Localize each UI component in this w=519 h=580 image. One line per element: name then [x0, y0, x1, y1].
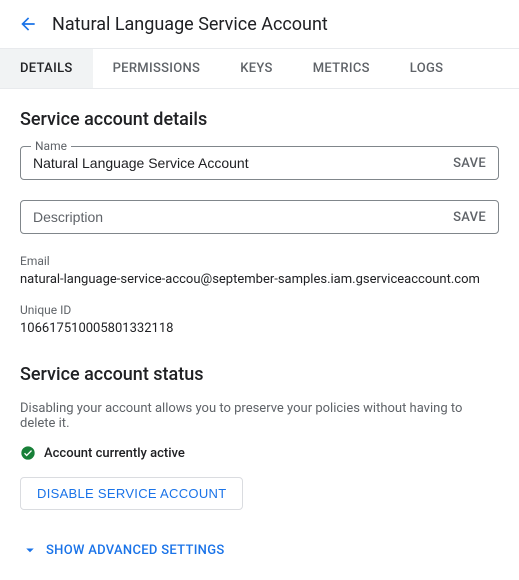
- advanced-settings-label: SHOW ADVANCED SETTINGS: [46, 543, 225, 558]
- email-field: Email natural-language-service-accou@sep…: [20, 254, 499, 287]
- name-field-group: Name SAVE: [20, 146, 499, 180]
- status-active-text: Account currently active: [44, 446, 185, 461]
- name-save-button[interactable]: SAVE: [453, 156, 486, 171]
- name-label: Name: [31, 139, 71, 153]
- disable-service-account-button[interactable]: DISABLE SERVICE ACCOUNT: [20, 477, 243, 510]
- status-row: Account currently active: [20, 445, 499, 461]
- details-section-title: Service account details: [20, 109, 499, 130]
- status-section-title: Service account status: [20, 364, 499, 385]
- tab-bar: DETAILS PERMISSIONS KEYS METRICS LOGS: [0, 49, 519, 89]
- description-input[interactable]: [33, 209, 453, 225]
- tab-permissions[interactable]: PERMISSIONS: [93, 49, 221, 88]
- status-description: Disabling your account allows you to pre…: [20, 401, 499, 431]
- email-value: natural-language-service-accou@september…: [20, 272, 499, 287]
- check-circle-icon: [20, 445, 36, 461]
- page-header: Natural Language Service Account: [0, 0, 519, 49]
- uniqueid-label: Unique ID: [20, 303, 499, 317]
- description-save-button[interactable]: SAVE: [453, 210, 486, 225]
- status-section: Service account status Disabling your ac…: [20, 364, 499, 510]
- show-advanced-settings[interactable]: SHOW ADVANCED SETTINGS: [20, 540, 499, 560]
- uniqueid-value: 106617510005801332118: [20, 321, 499, 336]
- tab-keys[interactable]: KEYS: [220, 49, 292, 88]
- description-field-group: SAVE: [20, 200, 499, 234]
- tab-metrics[interactable]: METRICS: [293, 49, 390, 88]
- tab-details[interactable]: DETAILS: [0, 49, 93, 88]
- tab-logs[interactable]: LOGS: [390, 49, 464, 88]
- page-title: Natural Language Service Account: [52, 14, 328, 35]
- uniqueid-field: Unique ID 106617510005801332118: [20, 303, 499, 336]
- content-area: Service account details Name SAVE SAVE E…: [0, 89, 519, 580]
- email-label: Email: [20, 254, 499, 268]
- name-input[interactable]: [33, 155, 453, 171]
- chevron-down-icon: [20, 540, 40, 560]
- back-arrow-icon[interactable]: [16, 12, 40, 36]
